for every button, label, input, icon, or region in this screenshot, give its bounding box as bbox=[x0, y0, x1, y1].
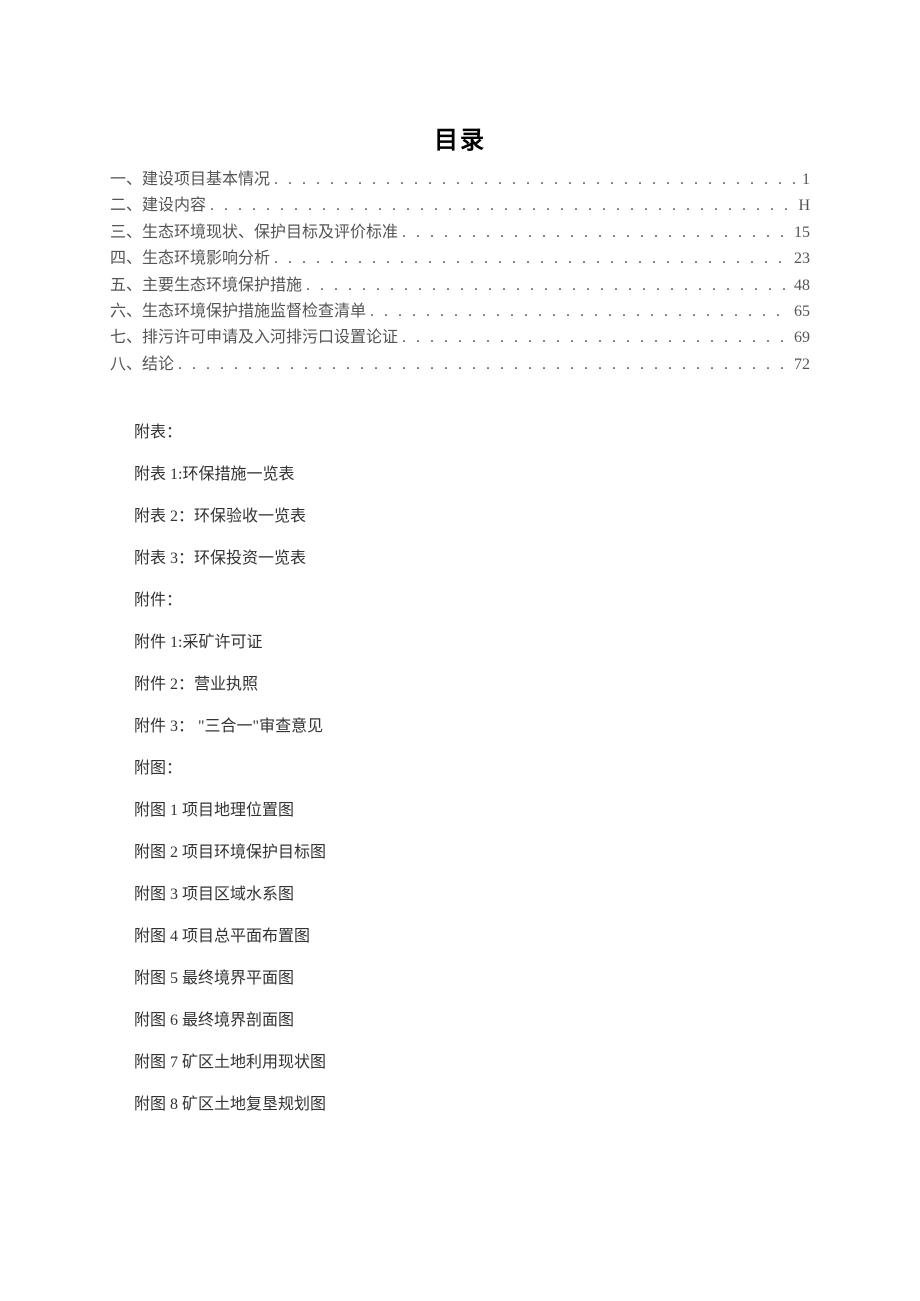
toc-dots: . . . . . . . . . . . . . . . . . . . . … bbox=[402, 220, 790, 246]
toc-entry: 八、结论 . . . . . . . . . . . . . . . . . .… bbox=[110, 352, 810, 378]
toc-page: 1 bbox=[802, 167, 810, 193]
appendix-item: 附图 3 项目区域水系图 bbox=[134, 880, 810, 904]
appendix-item: 附件 1:采矿许可证 bbox=[134, 628, 810, 652]
toc-dots: . . . . . . . . . . . . . . . . . . . . … bbox=[178, 352, 790, 378]
toc-page: H bbox=[798, 193, 810, 219]
toc-label: 二、建设内容 bbox=[110, 193, 206, 219]
appendix-figures-section: 附图： 附图 1 项目地理位置图 附图 2 项目环境保护目标图 附图 3 项目区… bbox=[134, 754, 810, 1114]
page-title: 目录 bbox=[110, 120, 810, 155]
toc-page: 72 bbox=[794, 352, 810, 378]
toc-label: 七、排污许可申请及入河排污口设置论证 bbox=[110, 325, 398, 351]
toc-entry: 一、建设项目基本情况 . . . . . . . . . . . . . . .… bbox=[110, 167, 810, 193]
appendix-tables-header: 附表： bbox=[134, 418, 810, 442]
appendix-item: 附图 1 项目地理位置图 bbox=[134, 796, 810, 820]
appendix-item: 附表 1:环保措施一览表 bbox=[134, 460, 810, 484]
toc-label: 六、生态环境保护措施监督检查清单 bbox=[110, 299, 366, 325]
toc-page: 15 bbox=[794, 220, 810, 246]
appendix-item: 附图 2 项目环境保护目标图 bbox=[134, 838, 810, 862]
appendix-attachments-section: 附件： 附件 1:采矿许可证 附件 2：营业执照 附件 3： "三合一"审查意见 bbox=[134, 586, 810, 736]
toc-label: 五、主要生态环境保护措施 bbox=[110, 273, 302, 299]
appendix-item: 附表 3：环保投资一览表 bbox=[134, 544, 810, 568]
appendix: 附表： 附表 1:环保措施一览表 附表 2：环保验收一览表 附表 3：环保投资一… bbox=[110, 418, 810, 1114]
appendix-item: 附表 2：环保验收一览表 bbox=[134, 502, 810, 526]
appendix-item: 附图 7 矿区土地利用现状图 bbox=[134, 1048, 810, 1072]
toc-entry: 二、建设内容 . . . . . . . . . . . . . . . . .… bbox=[110, 193, 810, 219]
appendix-item: 附件 2：营业执照 bbox=[134, 670, 810, 694]
toc-entry: 六、生态环境保护措施监督检查清单 . . . . . . . . . . . .… bbox=[110, 299, 810, 325]
toc-entry: 四、生态环境影响分析 . . . . . . . . . . . . . . .… bbox=[110, 246, 810, 272]
appendix-figures-header: 附图： bbox=[134, 754, 810, 778]
toc-label: 八、结论 bbox=[110, 352, 174, 378]
appendix-attachments-header: 附件： bbox=[134, 586, 810, 610]
toc-label: 四、生态环境影响分析 bbox=[110, 246, 270, 272]
toc-dots: . . . . . . . . . . . . . . . . . . . . … bbox=[306, 273, 790, 299]
appendix-item: 附图 4 项目总平面布置图 bbox=[134, 922, 810, 946]
appendix-item: 附图 5 最终境界平面图 bbox=[134, 964, 810, 988]
toc-label: 三、生态环境现状、保护目标及评价标准 bbox=[110, 220, 398, 246]
table-of-contents: 一、建设项目基本情况 . . . . . . . . . . . . . . .… bbox=[110, 167, 810, 378]
toc-page: 65 bbox=[794, 299, 810, 325]
toc-dots: . . . . . . . . . . . . . . . . . . . . … bbox=[274, 246, 790, 272]
toc-dots: . . . . . . . . . . . . . . . . . . . . … bbox=[210, 193, 794, 219]
toc-dots: . . . . . . . . . . . . . . . . . . . . … bbox=[402, 325, 790, 351]
toc-page: 48 bbox=[794, 273, 810, 299]
toc-entry: 三、生态环境现状、保护目标及评价标准 . . . . . . . . . . .… bbox=[110, 220, 810, 246]
appendix-item: 附图 6 最终境界剖面图 bbox=[134, 1006, 810, 1030]
toc-label: 一、建设项目基本情况 bbox=[110, 167, 270, 193]
toc-entry: 七、排污许可申请及入河排污口设置论证 . . . . . . . . . . .… bbox=[110, 325, 810, 351]
appendix-tables-section: 附表： 附表 1:环保措施一览表 附表 2：环保验收一览表 附表 3：环保投资一… bbox=[134, 418, 810, 568]
toc-entry: 五、主要生态环境保护措施 . . . . . . . . . . . . . .… bbox=[110, 273, 810, 299]
toc-page: 69 bbox=[794, 325, 810, 351]
toc-page: 23 bbox=[794, 246, 810, 272]
toc-dots: . . . . . . . . . . . . . . . . . . . . … bbox=[370, 299, 790, 325]
toc-dots: . . . . . . . . . . . . . . . . . . . . … bbox=[274, 167, 798, 193]
appendix-item: 附图 8 矿区土地复垦规划图 bbox=[134, 1090, 810, 1114]
appendix-item: 附件 3： "三合一"审查意见 bbox=[134, 712, 810, 736]
